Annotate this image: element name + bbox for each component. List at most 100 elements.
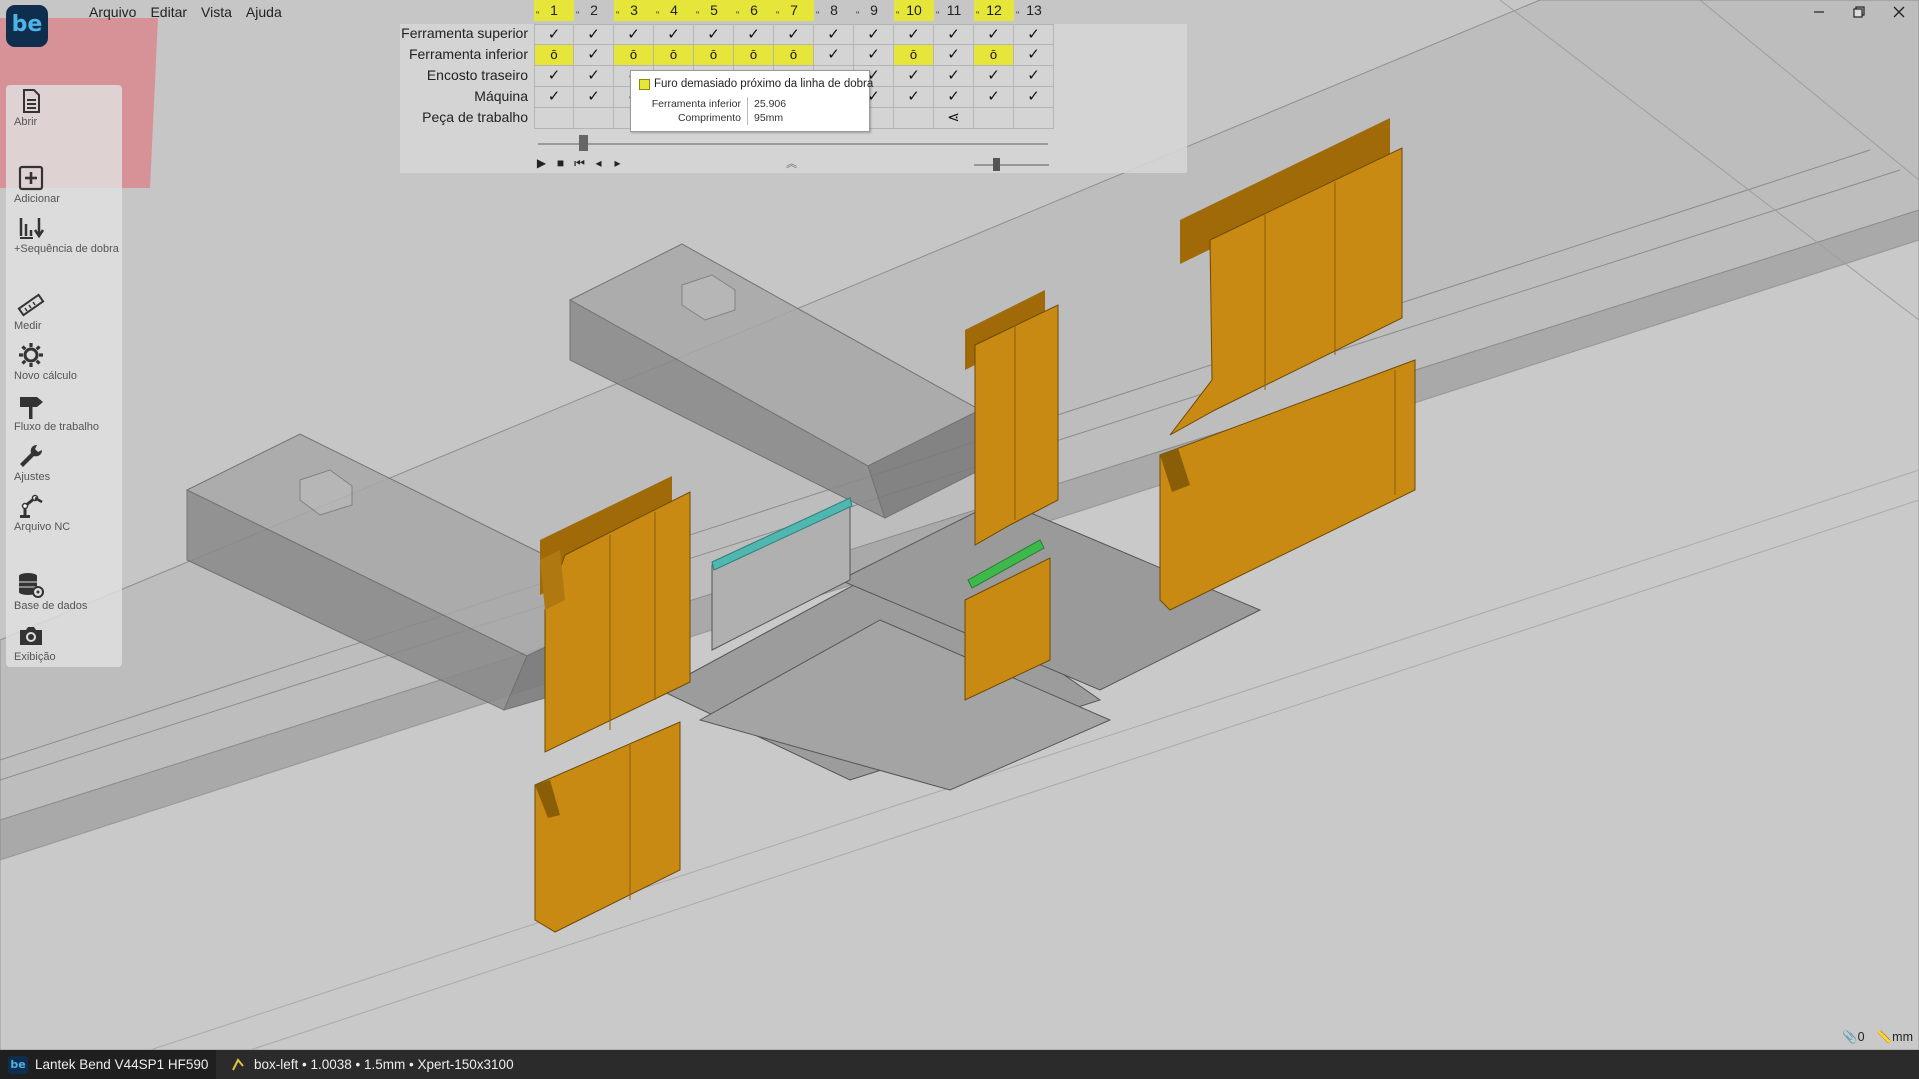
minimize-icon[interactable] [1799, 0, 1839, 28]
tooltip-key: Comprimento [632, 111, 748, 125]
collapse-panel-icon[interactable]: ︽ [786, 155, 797, 171]
sequence-cell[interactable]: ✓ [894, 24, 934, 45]
menu-vista[interactable]: Vista [194, 4, 239, 20]
tool-add[interactable]: Adicionar [14, 164, 124, 205]
sequence-cell[interactable]: ✓ [1014, 45, 1054, 66]
speed-slider-track[interactable] [974, 164, 1049, 166]
stop-icon[interactable]: ■ [554, 156, 567, 171]
sequence-cell[interactable]: ✓ [974, 66, 1014, 87]
play-icon[interactable]: ▶ [535, 156, 548, 171]
sequence-cell[interactable]: ✓ [934, 45, 974, 66]
units-value: mm [1892, 1030, 1913, 1044]
sequence-cell[interactable]: ✓ [1014, 24, 1054, 45]
sequence-cell[interactable]: ✓ [894, 66, 934, 87]
maximize-icon[interactable] [1839, 0, 1879, 28]
sequence-cell[interactable]: ✓ [934, 66, 974, 87]
tooltip-details: Ferramenta inferior 25.906 Comprimento 9… [632, 97, 868, 125]
skip-start-icon[interactable]: ⏮ [573, 156, 586, 171]
tooltip-row: Comprimento 95mm [632, 111, 868, 125]
warning-tooltip: Furo demasiado próximo da linha de dobra… [630, 70, 873, 132]
tooltip-row: Ferramenta inferior 25.906 [632, 97, 868, 111]
tool-view[interactable]: Exibição [14, 622, 124, 663]
title-bar: Arquivo Editar Vista Ajuda [0, 0, 1919, 24]
document-info[interactable]: box-left • 1.0038 • 1.5mm • Xpert-150x31… [230, 1050, 514, 1079]
tooltip-key: Ferramenta inferior [632, 97, 748, 111]
sequence-cell[interactable]: ✓ [974, 24, 1014, 45]
sequence-cell[interactable]: ✓ [734, 24, 774, 45]
sequence-cell[interactable]: ō [694, 45, 734, 66]
sequence-cell[interactable]: ō [734, 45, 774, 66]
sequence-cell[interactable]: ō [774, 45, 814, 66]
step-forward-icon[interactable]: ▸ [611, 156, 624, 171]
document-name: box-left • 1.0038 • 1.5mm • Xpert-150x31… [254, 1057, 514, 1072]
tool-new-calc-label: Novo cálculo [14, 370, 77, 382]
sequence-cell[interactable] [894, 108, 934, 129]
tool-bend-sequence-label: +Sequência de dobra [14, 243, 119, 255]
tool-open[interactable]: Abrir [14, 87, 124, 128]
sequence-cell[interactable]: ✓ [814, 45, 854, 66]
sequence-cell[interactable]: ✓ [534, 24, 574, 45]
sequence-cell[interactable]: ✓ [854, 45, 894, 66]
logo-text: be [11, 12, 43, 37]
tooltip-title: Furo demasiado próximo da linha de dobra [639, 78, 873, 90]
ruler-icon: 📏 [1876, 1030, 1893, 1044]
menu-arquivo[interactable]: Arquivo [82, 4, 143, 20]
sequence-cell[interactable]: ✓ [534, 66, 574, 87]
tool-measure-label: Medir [14, 320, 42, 332]
tool-workflow[interactable]: Fluxo de trabalho [14, 392, 124, 433]
sequence-cell[interactable]: ✓ [814, 24, 854, 45]
viewport-status: 📎0 📏mm [1842, 1030, 1913, 1045]
tool-database[interactable]: Base de dados [14, 571, 124, 612]
warning-square-icon [639, 78, 650, 90]
tool-measure[interactable]: Medir [14, 291, 124, 332]
tool-bend-sequence[interactable]: +Sequência de dobra [14, 214, 124, 255]
tool-new-calc[interactable]: Novo cálculo [14, 341, 124, 382]
sequence-cell[interactable] [1014, 108, 1054, 129]
sequence-cell[interactable]: ✓ [934, 87, 974, 108]
sequence-cell[interactable]: ✓ [534, 87, 574, 108]
sequence-cell[interactable]: ✓ [574, 66, 614, 87]
step-back-icon[interactable]: ◂ [592, 156, 605, 171]
sequence-cell[interactable]: ✓ [974, 87, 1014, 108]
speed-slider-handle[interactable] [992, 158, 1000, 171]
menu-ajuda[interactable]: Ajuda [239, 4, 289, 20]
status-bar: be Lantek Bend V44SP1 HF590 box-left • 1… [0, 1050, 1919, 1079]
sequence-cell[interactable]: ō [534, 45, 574, 66]
sequence-cell[interactable]: ō [974, 45, 1014, 66]
row-label-workpiece: Peça de trabalho [422, 109, 528, 125]
taskbar-app[interactable]: be Lantek Bend V44SP1 HF590 [0, 1050, 216, 1079]
sequence-slider-handle[interactable] [578, 135, 588, 151]
window-controls [1799, 0, 1919, 28]
sequence-cell[interactable]: ✓ [694, 24, 734, 45]
close-icon[interactable] [1879, 0, 1919, 28]
sequence-cell[interactable]: ⋖ [934, 108, 974, 129]
sequence-cell[interactable]: ō [654, 45, 694, 66]
sequence-row: ✓✓✓✓✓✓✓✓✓✓✓✓✓ [534, 24, 1054, 45]
sort-down-icon [19, 218, 45, 239]
sequence-cell[interactable]: ✓ [854, 24, 894, 45]
sequence-cell[interactable]: ✓ [1014, 87, 1054, 108]
sequence-cell[interactable] [574, 108, 614, 129]
sequence-cell[interactable]: ✓ [614, 24, 654, 45]
attachment-count-value: 0 [1857, 1030, 1865, 1044]
sequence-slider-track[interactable] [538, 143, 1048, 145]
sequence-cell[interactable]: ō [614, 45, 654, 66]
sequence-cell[interactable]: ✓ [574, 87, 614, 108]
attachment-count[interactable]: 📎0 [1842, 1030, 1865, 1045]
sequence-cell[interactable] [534, 108, 574, 129]
sequence-cell[interactable]: ✓ [894, 87, 934, 108]
app-logo[interactable]: be [6, 5, 48, 47]
sequence-cell[interactable]: ō [894, 45, 934, 66]
sequence-cell[interactable]: ✓ [654, 24, 694, 45]
units-indicator[interactable]: 📏mm [1877, 1030, 1913, 1045]
sequence-cell[interactable]: ✓ [934, 24, 974, 45]
sequence-cell[interactable]: ✓ [1014, 66, 1054, 87]
tool-nc-file[interactable]: Arquivo NC [14, 492, 124, 533]
menu-editar[interactable]: Editar [143, 4, 194, 20]
sequence-cell[interactable]: ✓ [774, 24, 814, 45]
sequence-cell[interactable]: ✓ [574, 24, 614, 45]
tool-settings[interactable]: Ajustes [14, 442, 124, 483]
document-icon [23, 89, 40, 113]
sequence-cell[interactable]: ✓ [574, 45, 614, 66]
sequence-cell[interactable] [974, 108, 1014, 129]
